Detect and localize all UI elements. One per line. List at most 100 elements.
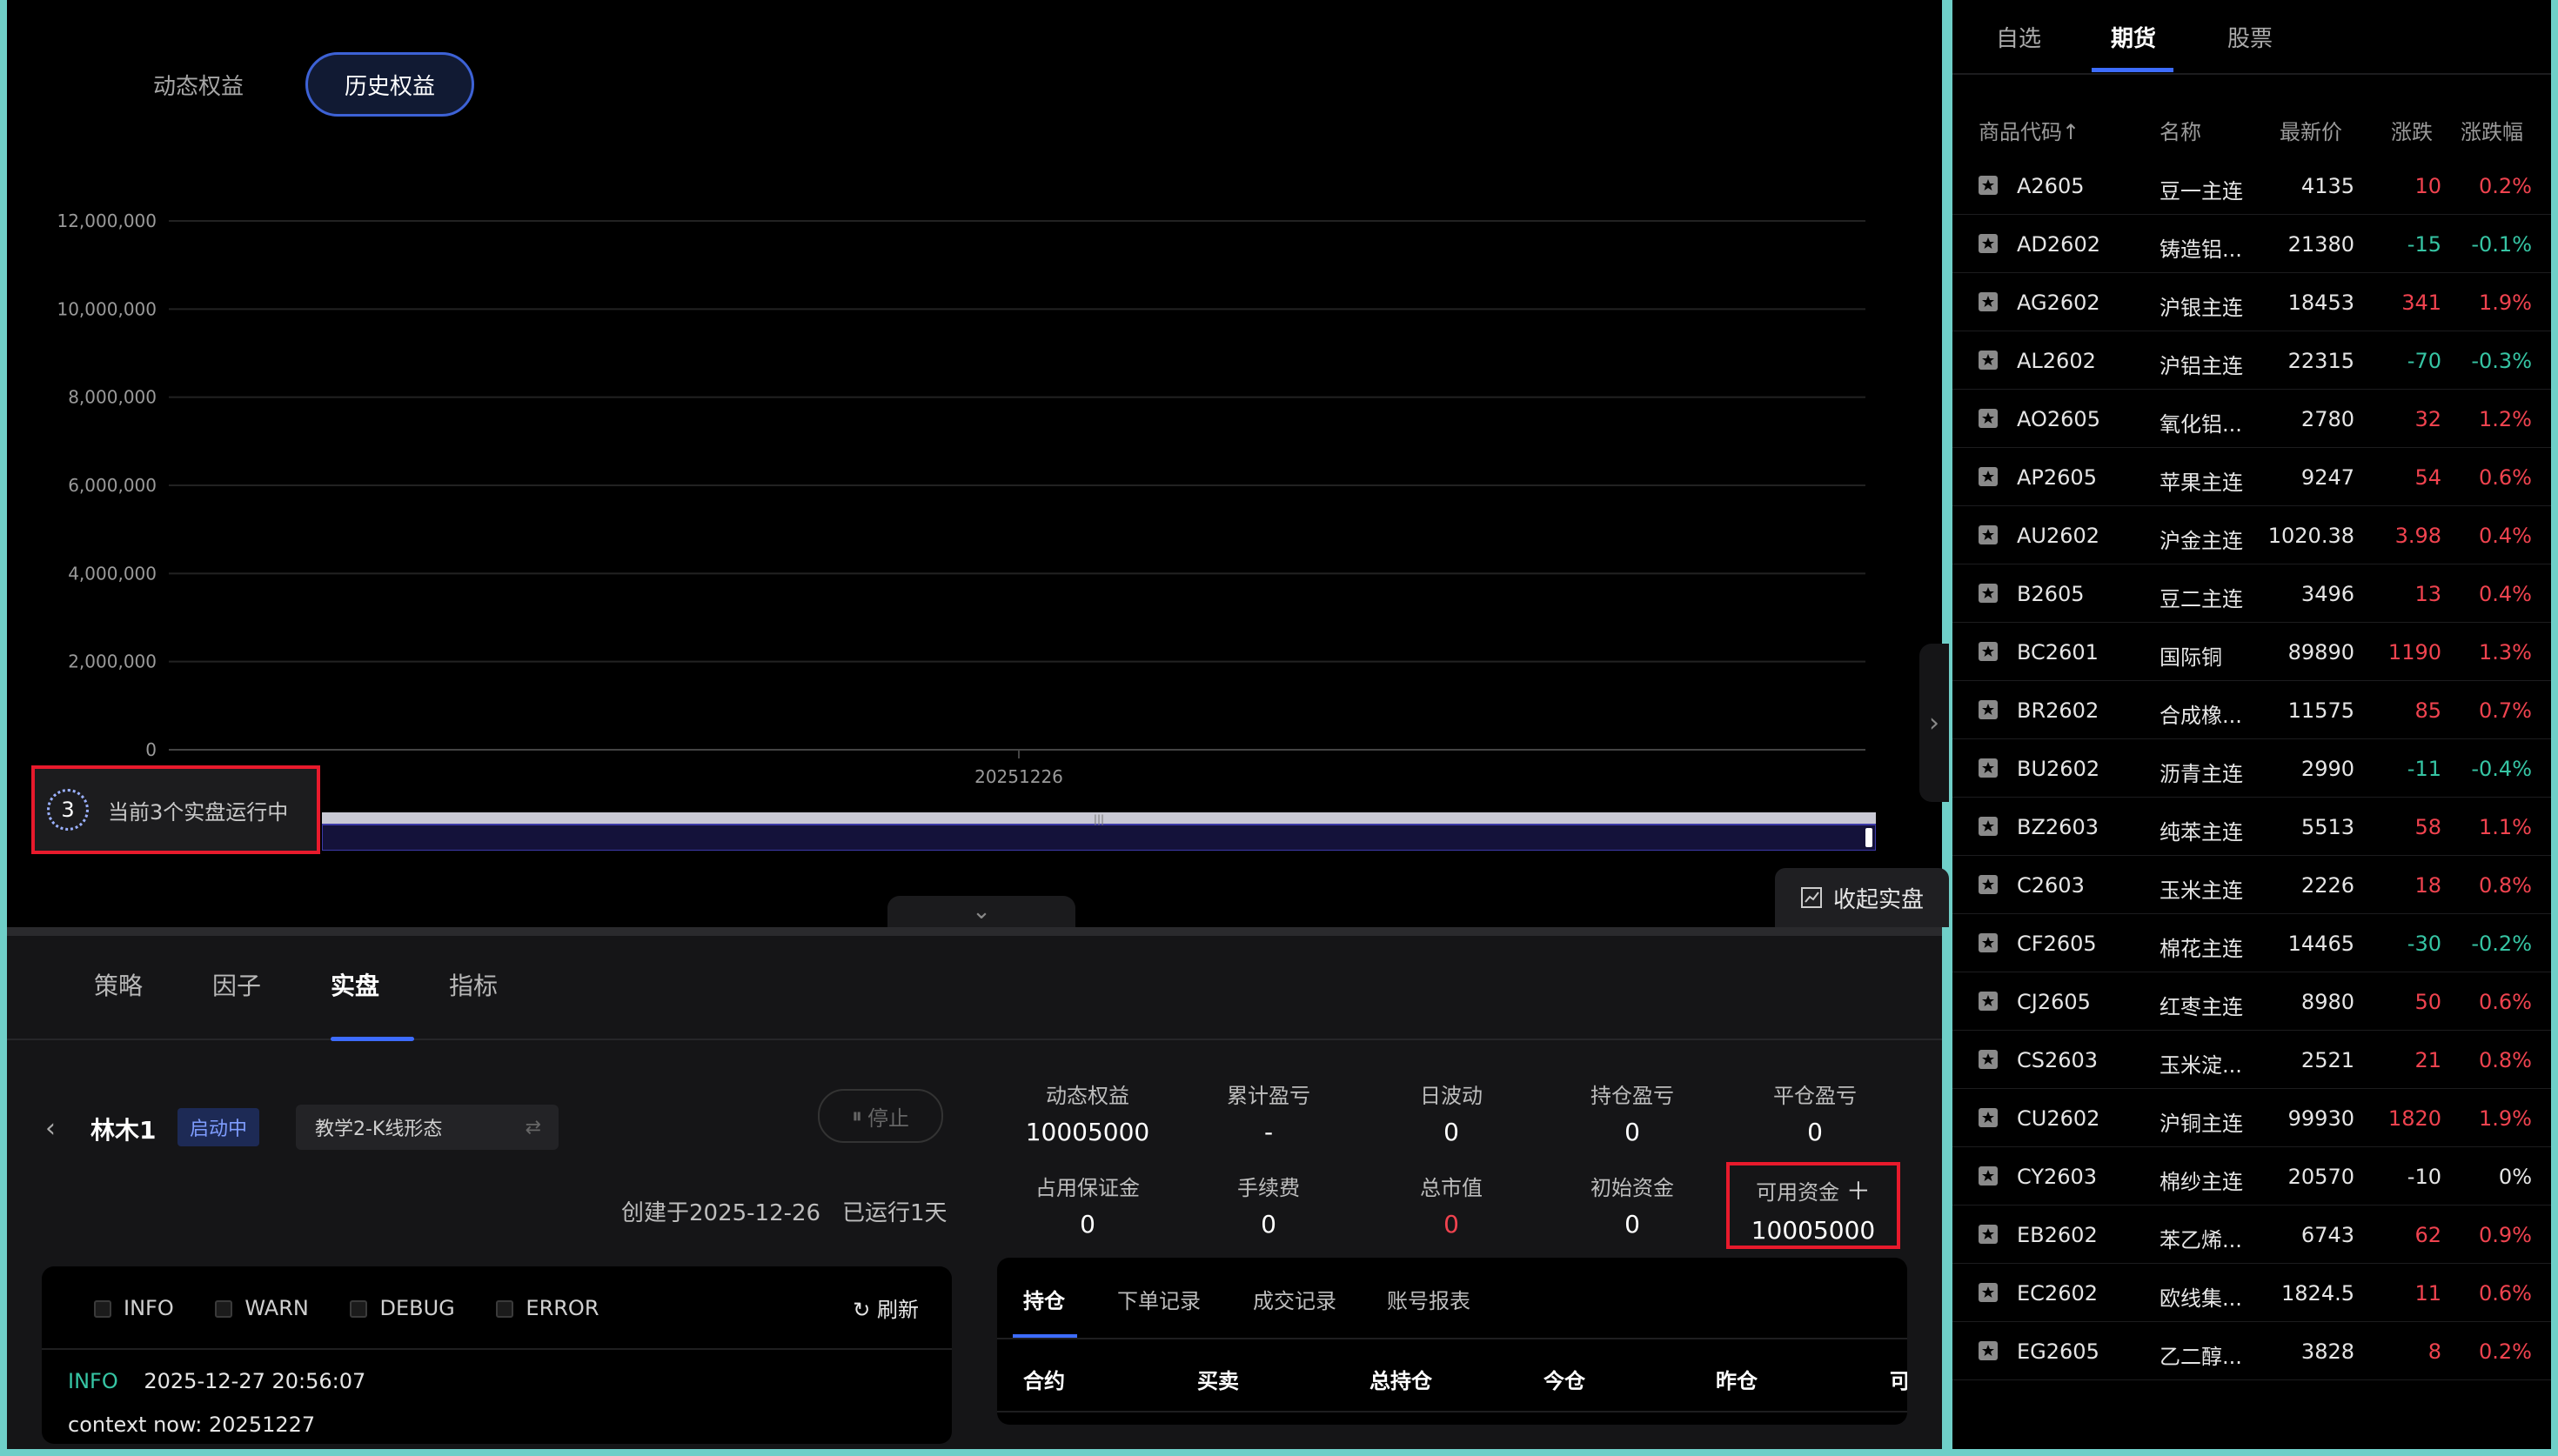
stat-label: 可用资金 ＋ xyxy=(1730,1172,1897,1207)
watch-row[interactable]: AD2602 铸造铝... 21380 -15 -0.1% xyxy=(1952,215,2551,273)
watch-row[interactable]: CU2602 沪铜主连 99930 1820 1.9% xyxy=(1952,1089,2551,1147)
bookmark-icon[interactable] xyxy=(1977,1339,1999,1362)
bookmark-icon[interactable] xyxy=(1977,873,1999,896)
code-cell: A2605 xyxy=(2017,174,2085,198)
watch-row[interactable]: AO2605 氧化铝... 2780 32 1.2% xyxy=(1952,390,2551,448)
watch-row[interactable]: BC2601 国际铜 89890 1190 1.3% xyxy=(1952,623,2551,681)
running-indicator[interactable]: 3 当前3个实盘运行中 xyxy=(31,765,320,854)
filter-error[interactable]: ERROR xyxy=(496,1296,599,1320)
column-header: 买卖 xyxy=(1197,1369,1239,1393)
code-cell: BR2602 xyxy=(2017,698,2099,723)
change-pct-cell: 1.1% xyxy=(2479,815,2532,839)
bookmark-icon[interactable] xyxy=(1977,698,1999,721)
log-message: context now: 20251227 xyxy=(68,1413,316,1437)
tab-order-records[interactable]: 下单记录 xyxy=(1117,1284,1201,1314)
status-badge: 启动中 xyxy=(177,1108,260,1146)
code-cell: CJ2605 xyxy=(2017,990,2091,1014)
stat-label: 初始资金 xyxy=(1590,1176,1674,1200)
bookmark-icon[interactable] xyxy=(1977,407,1999,430)
change-cell: -15 xyxy=(2407,232,2441,257)
bookmark-icon[interactable] xyxy=(1977,1106,1999,1129)
stat-label: 占用保证金 xyxy=(1035,1176,1140,1200)
watch-row[interactable]: AG2602 沪银主连 18453 341 1.9% xyxy=(1952,273,2551,331)
watch-row[interactable]: AU2602 沪金主连 1020.38 3.98 0.4% xyxy=(1952,506,2551,564)
bookmark-icon[interactable] xyxy=(1977,990,1999,1012)
watch-row[interactable]: AP2605 苹果主连 9247 54 0.6% xyxy=(1952,448,2551,506)
bookmark-icon[interactable] xyxy=(1977,640,1999,663)
price-cell: 8980 xyxy=(2300,990,2354,1014)
expand-right-panel-button[interactable]: › xyxy=(1919,644,1949,802)
active-watch-tab-indicator xyxy=(2092,68,2173,72)
watch-row[interactable]: CS2603 玉米淀... 2521 21 0.8% xyxy=(1952,1031,2551,1089)
chart-zoom-slider[interactable]: ||| xyxy=(322,812,1876,851)
bookmark-icon[interactable] xyxy=(1977,524,1999,546)
watch-row[interactable]: EC2602 欧线集... 1824.5 11 0.6% xyxy=(1952,1264,2551,1322)
tab-strategy[interactable]: 策略 xyxy=(94,967,143,1002)
tab-factor[interactable]: 因子 xyxy=(212,967,261,1002)
filter-info[interactable]: INFO xyxy=(94,1296,174,1320)
column-code[interactable]: 商品代码↑ xyxy=(1979,115,2079,145)
watch-row[interactable]: AL2602 沪铝主连 22315 -70 -0.3% xyxy=(1952,331,2551,390)
y-tick-label: 6,000,000 xyxy=(68,475,157,496)
checkbox-icon[interactable] xyxy=(496,1300,514,1318)
tab-favorites[interactable]: 自选 xyxy=(1996,21,2041,53)
checkbox-icon[interactable] xyxy=(350,1300,368,1318)
checkbox-icon[interactable] xyxy=(94,1300,111,1318)
watch-row[interactable]: EB2602 苯乙烯... 6743 62 0.9% xyxy=(1952,1206,2551,1264)
bookmark-icon[interactable] xyxy=(1977,1048,1999,1071)
price-cell: 21380 xyxy=(2287,232,2354,257)
tab-live[interactable]: 实盘 xyxy=(331,967,379,1002)
tab-indicator[interactable]: 指标 xyxy=(449,967,498,1002)
collapse-live-button[interactable]: 收起实盘 xyxy=(1775,868,1949,927)
back-icon[interactable]: ‹ xyxy=(45,1113,56,1144)
watch-row[interactable]: CJ2605 红枣主连 8980 50 0.6% xyxy=(1952,972,2551,1031)
watch-row[interactable]: BR2602 合成橡... 11575 85 0.7% xyxy=(1952,681,2551,739)
change-cell: 62 xyxy=(2414,1223,2441,1247)
name-cell: 沪铝主连 xyxy=(2160,354,2243,378)
change-pct-cell: 0.4% xyxy=(2479,524,2532,548)
change-pct-cell: -0.1% xyxy=(2471,232,2532,257)
watch-row[interactable]: B2605 豆二主连 3496 13 0.4% xyxy=(1952,564,2551,623)
bookmark-icon[interactable] xyxy=(1977,174,1999,197)
bookmark-icon[interactable] xyxy=(1977,1165,1999,1187)
bookmark-icon[interactable] xyxy=(1977,932,1999,954)
stop-button[interactable]: ⏸ 停止 xyxy=(818,1089,943,1143)
strategy-select[interactable]: 教学2-K线形态 ⇄ xyxy=(296,1105,559,1150)
watch-row[interactable]: BZ2603 纯苯主连 5513 58 1.1% xyxy=(1952,798,2551,856)
watch-row[interactable]: EG2605 乙二醇... 3828 8 0.2% xyxy=(1952,1322,2551,1380)
tab-account-report[interactable]: 账号报表 xyxy=(1387,1284,1470,1314)
plus-icon[interactable]: ＋ xyxy=(1846,1177,1871,1206)
zoom-grip-icon[interactable]: ||| xyxy=(1094,813,1104,825)
watch-row[interactable]: CF2605 棉花主连 14465 -30 -0.2% xyxy=(1952,914,2551,972)
bookmark-icon[interactable] xyxy=(1977,815,1999,838)
name-cell: 豆一主连 xyxy=(2160,179,2243,204)
zoom-handle-right[interactable] xyxy=(1865,828,1872,847)
tab-stocks[interactable]: 股票 xyxy=(2227,21,2273,53)
tab-futures[interactable]: 期货 xyxy=(2111,21,2156,53)
tab-trade-records[interactable]: 成交记录 xyxy=(1253,1284,1336,1314)
change-pct-cell: 1.9% xyxy=(2479,291,2532,315)
bookmark-icon[interactable] xyxy=(1977,1223,1999,1246)
bookmark-icon[interactable] xyxy=(1977,349,1999,371)
refresh-button[interactable]: ↻ 刷新 xyxy=(853,1292,919,1323)
watch-row[interactable]: C2603 玉米主连 2226 18 0.8% xyxy=(1952,856,2551,914)
filter-warn[interactable]: WARN xyxy=(215,1296,309,1320)
column-header: 合约 xyxy=(1023,1369,1065,1393)
bookmark-icon[interactable] xyxy=(1977,1281,1999,1304)
tab-positions[interactable]: 持仓 xyxy=(1023,1284,1065,1314)
bookmark-icon[interactable] xyxy=(1977,291,1999,313)
tab-dynamic-equity[interactable]: 动态权益 xyxy=(129,52,268,117)
watch-row[interactable]: A2605 豆一主连 4135 10 0.2% xyxy=(1952,157,2551,215)
bookmark-icon[interactable] xyxy=(1977,232,1999,255)
bookmark-icon[interactable] xyxy=(1977,757,1999,779)
watch-row[interactable]: BU2602 沥青主连 2990 -11 -0.4% xyxy=(1952,739,2551,798)
bookmark-icon[interactable] xyxy=(1977,582,1999,604)
zoom-slider-window[interactable] xyxy=(322,824,1876,851)
filter-debug[interactable]: DEBUG xyxy=(350,1296,455,1320)
tab-history-equity[interactable]: 历史权益 xyxy=(305,52,474,117)
checkbox-icon[interactable] xyxy=(215,1300,233,1318)
panel-divider[interactable] xyxy=(7,927,1942,936)
bookmark-icon[interactable] xyxy=(1977,465,1999,488)
collapse-chart-button[interactable]: ⌄ xyxy=(887,896,1075,927)
watch-row[interactable]: CY2603 棉纱主连 20570 -10 0% xyxy=(1952,1147,2551,1206)
